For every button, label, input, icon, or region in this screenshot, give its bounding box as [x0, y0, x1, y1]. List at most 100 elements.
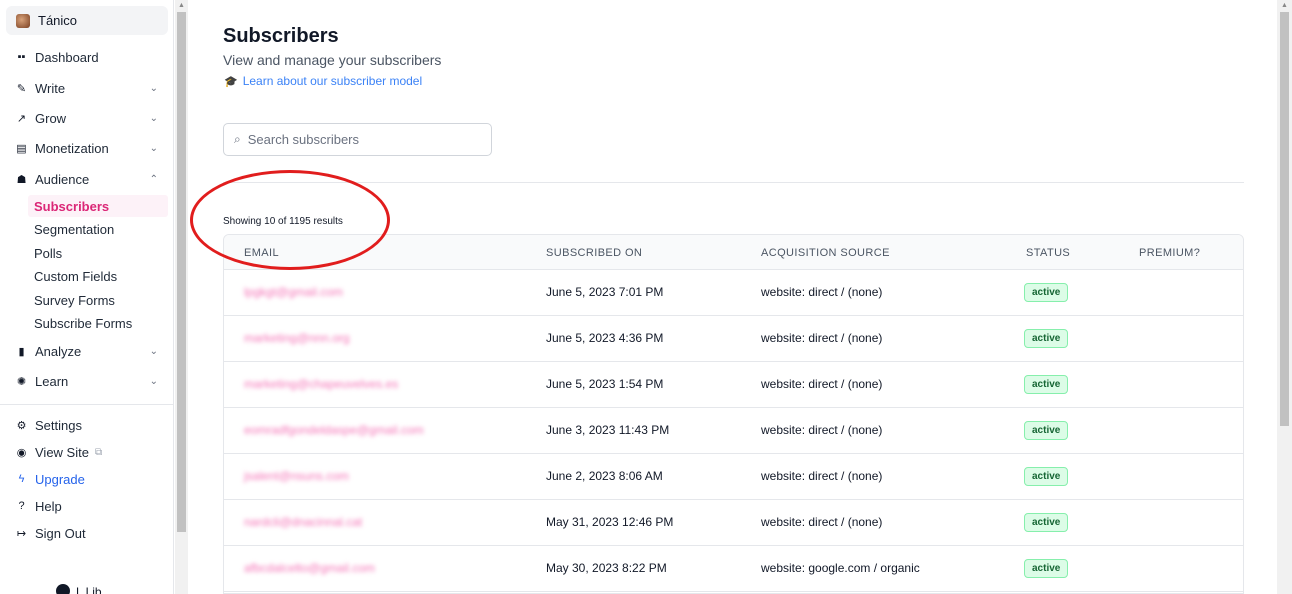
status-badge: active — [1024, 421, 1069, 440]
acquisition-source-cell: website: direct / (none) — [761, 469, 883, 483]
chevron-up-icon: ⌃ — [149, 173, 158, 185]
search-input[interactable] — [247, 132, 468, 147]
acquisition-source-cell: website: direct / (none) — [761, 515, 883, 529]
publication-switcher[interactable]: Tánico — [6, 6, 168, 35]
bar-chart-icon: ▮ — [18, 345, 25, 358]
page-title: Subscribers — [223, 25, 339, 47]
subscribed-on-cell: May 31, 2023 12:46 PM — [546, 515, 674, 529]
column-header-acquisition-source[interactable]: ACQUISITION SOURCE — [761, 247, 890, 259]
sidebar-item-label: Learn — [35, 373, 69, 389]
status-badge: active — [1024, 375, 1069, 394]
footer-logo-icon — [56, 584, 70, 594]
sidebar-item-label: Sign Out — [35, 525, 86, 541]
bolt-icon: ϟ — [18, 473, 25, 485]
subscribers-table: EMAIL SUBSCRIBED ON ACQUISITION SOURCE S… — [223, 234, 1244, 594]
sidebar-item-label: Audience — [35, 171, 90, 187]
sign-out-icon: ↦ — [16, 527, 27, 540]
search-icon: ⌕ — [234, 132, 241, 146]
sidebar-subitem-survey-forms[interactable]: Survey Forms — [28, 289, 168, 311]
email-cell[interactable]: afbcdalcelto@gmail.com — [244, 561, 375, 575]
subscribed-on-cell: June 3, 2023 11:43 PM — [546, 423, 670, 437]
footer-text: L Lib... — [76, 585, 112, 594]
sidebar-item-write[interactable]: ✎ Write ⌄ — [0, 76, 173, 100]
table-row[interactable]: jsalent@nsuns.com June 2, 2023 8:06 AM w… — [224, 454, 1243, 500]
search-box[interactable]: ⌕ — [223, 123, 492, 156]
sidebar-divider — [0, 404, 173, 405]
learn-link-label: Learn about our subscriber model — [242, 74, 423, 88]
money-icon: ▤ — [16, 142, 27, 155]
sidebar-item-label: Monetization — [35, 140, 109, 156]
email-cell[interactable]: nardcli@dnacinnal.cat — [244, 515, 362, 529]
sidebar-item-learn[interactable]: ✺ Learn ⌄ — [0, 369, 173, 393]
acquisition-source-cell: website: direct / (none) — [761, 285, 883, 299]
sidebar-item-label: Help — [35, 498, 62, 514]
email-cell[interactable]: marketing@chapeuvelves.es — [244, 377, 398, 391]
sidebar-item-dashboard[interactable]: ▪▪ Dashboard — [0, 45, 173, 69]
table-header: EMAIL SUBSCRIBED ON ACQUISITION SOURCE S… — [224, 235, 1243, 270]
chevron-down-icon: ⌄ — [149, 142, 158, 154]
status-badge: active — [1024, 467, 1069, 486]
chevron-down-icon: ⌄ — [149, 345, 158, 357]
scroll-up-arrow-icon[interactable]: ▲ — [1281, 2, 1288, 9]
sidebar: Tánico ▪▪ Dashboard ✎ Write ⌄ ↗ Grow ⌄ ▤… — [0, 0, 174, 594]
sidebar-item-settings[interactable]: ⚙ Settings — [0, 413, 173, 437]
column-header-status[interactable]: STATUS — [1026, 247, 1070, 259]
chevron-down-icon: ⌄ — [149, 112, 158, 124]
sidebar-scrollbar[interactable]: ▲ — [175, 0, 188, 594]
sidebar-subitem-subscribers[interactable]: Subscribers — [28, 195, 168, 217]
gear-icon: ⚙ — [16, 419, 27, 432]
sidebar-subitem-subscribe-forms[interactable]: Subscribe Forms — [28, 312, 168, 334]
table-row[interactable]: marketing@nnn.org June 5, 2023 4:36 PM w… — [224, 316, 1243, 362]
learn-subscriber-model-link[interactable]: 🎓 Learn about our subscriber model — [224, 74, 422, 88]
sidebar-item-sign-out[interactable]: ↦ Sign Out — [0, 521, 173, 545]
sidebar-scrollbar-thumb[interactable] — [177, 12, 186, 532]
globe-icon: ◉ — [16, 446, 27, 459]
column-header-subscribed-on[interactable]: SUBSCRIBED ON — [546, 247, 642, 259]
table-row[interactable]: lpgkgt@gmail.com June 5, 2023 7:01 PM we… — [224, 270, 1243, 316]
sidebar-item-label: Settings — [35, 417, 82, 433]
email-cell[interactable]: marketing@nnn.org — [244, 331, 350, 345]
sidebar-subitem-segmentation[interactable]: Segmentation — [28, 218, 168, 240]
table-row[interactable]: eomradfgondeldaspe@gmail.com June 3, 202… — [224, 408, 1243, 454]
page-scrollbar[interactable]: ▲ — [1277, 0, 1292, 594]
chevron-down-icon: ⌄ — [149, 375, 158, 387]
sidebar-item-audience[interactable]: ☗ Audience ⌃ — [0, 167, 173, 191]
acquisition-source-cell: website: direct / (none) — [761, 377, 883, 391]
column-header-premium[interactable]: PREMIUM? — [1139, 247, 1200, 259]
email-cell[interactable]: jsalent@nsuns.com — [244, 469, 349, 483]
status-badge: active — [1024, 513, 1069, 532]
acquisition-source-cell: website: direct / (none) — [761, 423, 883, 437]
sidebar-item-monetization[interactable]: ▤ Monetization ⌄ — [0, 136, 173, 160]
pen-icon: ✎ — [16, 82, 27, 95]
table-row[interactable]: afbcdalcelto@gmail.com May 30, 2023 8:22… — [224, 546, 1243, 592]
section-divider — [223, 182, 1244, 183]
scroll-up-arrow-icon[interactable]: ▲ — [178, 2, 185, 9]
acquisition-source-cell: website: direct / (none) — [761, 331, 883, 345]
sidebar-subitem-polls[interactable]: Polls — [28, 242, 168, 264]
sidebar-subitem-custom-fields[interactable]: Custom Fields — [28, 265, 168, 287]
sidebar-item-upgrade[interactable]: ϟ Upgrade — [0, 467, 173, 491]
external-link-icon: ⧉ — [94, 446, 103, 458]
sidebar-item-label: Upgrade — [35, 471, 85, 487]
table-row[interactable]: marketing@chapeuvelves.es June 5, 2023 1… — [224, 362, 1243, 408]
column-header-email[interactable]: EMAIL — [244, 247, 279, 259]
subscribed-on-cell: June 5, 2023 4:36 PM — [546, 331, 664, 345]
sidebar-item-analyze[interactable]: ▮ Analyze ⌄ — [0, 339, 173, 363]
email-cell[interactable]: eomradfgondeldaspe@gmail.com — [244, 423, 424, 437]
sidebar-item-view-site[interactable]: ◉ View Site ⧉ — [0, 440, 173, 464]
users-icon: ☗ — [16, 173, 27, 186]
publication-logo-icon — [16, 13, 30, 28]
publication-name: Tánico — [38, 13, 78, 28]
lightbulb-icon: ✺ — [16, 375, 27, 388]
acquisition-source-cell: website: google.com / organic — [761, 561, 920, 575]
email-cell[interactable]: lpgkgt@gmail.com — [244, 285, 343, 299]
page-scrollbar-thumb[interactable] — [1280, 12, 1289, 426]
sidebar-item-label: Dashboard — [35, 49, 99, 65]
subscribed-on-cell: May 30, 2023 8:22 PM — [546, 561, 667, 575]
results-count: Showing 10 of 1195 results — [223, 216, 343, 227]
status-badge: active — [1024, 283, 1069, 302]
sidebar-item-help[interactable]: ? Help — [0, 494, 173, 518]
sidebar-item-grow[interactable]: ↗ Grow ⌄ — [0, 106, 173, 130]
subscribed-on-cell: June 5, 2023 1:54 PM — [546, 377, 664, 391]
table-row[interactable]: nardcli@dnacinnal.cat May 31, 2023 12:46… — [224, 500, 1243, 546]
